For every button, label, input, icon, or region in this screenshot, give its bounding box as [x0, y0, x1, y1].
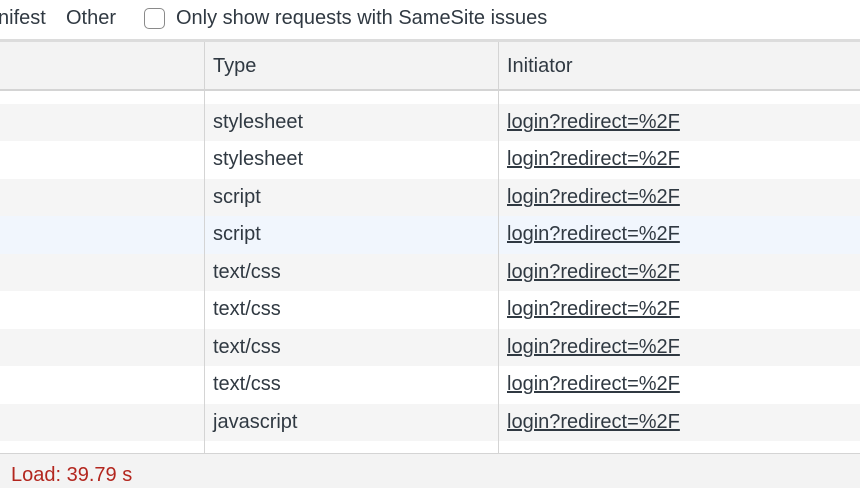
cell-type: stylesheet [204, 103, 498, 141]
cell-initiator: login?redirect=%2F [498, 328, 860, 366]
cell-name[interactable] [0, 441, 204, 453]
table-row[interactable]: script login?redirect=%2F [0, 178, 860, 217]
cell-type: script [204, 216, 498, 254]
table-body: stylesheet login?redirect=%2F stylesheet lo… [0, 91, 860, 453]
cell-initiator: login?redirect=%2F [498, 253, 860, 291]
table-row[interactable]: text/css login?redirect=%2F [0, 291, 860, 329]
cell-initiator: login?redirect=%2F [498, 291, 860, 329]
cell-initiator: login?redirect=%2F [498, 178, 860, 216]
cell-initiator [498, 441, 860, 453]
cell-type: script [204, 178, 498, 216]
cell-name[interactable] [0, 404, 204, 442]
table-row[interactable]: text/css login?redirect=%2F [0, 366, 860, 404]
table-row[interactable] [0, 91, 860, 104]
cell-name[interactable] [0, 291, 204, 329]
initiator-link[interactable]: login?redirect=%2F [507, 111, 680, 133]
cell-initiator: login?redirect=%2F [498, 403, 860, 441]
initiator-link[interactable]: login?redirect=%2F [507, 186, 680, 208]
load-time: Load: 39.79 s [11, 464, 133, 486]
cell-type: stylesheet [204, 141, 498, 179]
cell-initiator: login?redirect=%2F [498, 103, 860, 141]
initiator-link[interactable]: login?redirect=%2F [507, 298, 680, 320]
cell-type [204, 441, 498, 453]
cell-type: text/css [204, 291, 498, 329]
cell-name[interactable] [0, 329, 204, 367]
samesite-checkbox-label[interactable]: Only show requests with SameSite issues [176, 6, 547, 30]
table-row[interactable]: javascript login?redirect=%2F [0, 403, 860, 442]
cell-initiator: login?redirect=%2F [498, 141, 860, 179]
cell-name[interactable] [0, 366, 204, 404]
table-row[interactable]: stylesheet login?redirect=%2F [0, 103, 860, 142]
filter-bar: nifest Other Only show requests with Sam… [0, 0, 860, 40]
table-row[interactable]: stylesheet login?redirect=%2F [0, 141, 860, 179]
cell-name[interactable] [0, 104, 204, 142]
filter-manifest[interactable]: nifest [0, 6, 46, 30]
initiator-link[interactable]: login?redirect=%2F [507, 411, 680, 433]
initiator-link[interactable]: login?redirect=%2F [507, 261, 680, 283]
filter-other[interactable]: Other [66, 6, 116, 30]
cell-type: text/css [204, 328, 498, 366]
status-bar: Load: 39.79 s [0, 453, 860, 488]
initiator-link[interactable]: login?redirect=%2F [507, 373, 680, 395]
cell-type: text/css [204, 366, 498, 404]
table-row[interactable]: text/css login?redirect=%2F [0, 328, 860, 367]
cell-name[interactable] [0, 254, 204, 292]
table-row[interactable] [0, 441, 860, 453]
cell-initiator [498, 91, 860, 104]
column-header-initiator[interactable]: Initiator [498, 42, 860, 91]
table-header: Type Initiator [0, 40, 860, 91]
initiator-link[interactable]: login?redirect=%2F [507, 148, 680, 170]
column-header-name[interactable] [0, 42, 204, 91]
cell-initiator: login?redirect=%2F [498, 366, 860, 404]
column-header-type[interactable]: Type [204, 42, 498, 91]
cell-initiator: login?redirect=%2F [498, 216, 860, 254]
requests-table: Type Initiator stylesheet login?redirect=… [0, 40, 860, 453]
initiator-link[interactable]: login?redirect=%2F [507, 223, 680, 245]
cell-type: text/css [204, 253, 498, 291]
cell-type [204, 91, 498, 104]
table-row[interactable]: script login?redirect=%2F [0, 216, 860, 254]
samesite-checkbox[interactable] [144, 8, 165, 29]
cell-name[interactable] [0, 141, 204, 179]
cell-name[interactable] [0, 91, 204, 104]
cell-type: javascript [204, 403, 498, 441]
initiator-link[interactable]: login?redirect=%2F [507, 336, 680, 358]
cell-name[interactable] [0, 179, 204, 217]
cell-name[interactable] [0, 216, 204, 254]
table-row[interactable]: text/css login?redirect=%2F [0, 253, 860, 292]
